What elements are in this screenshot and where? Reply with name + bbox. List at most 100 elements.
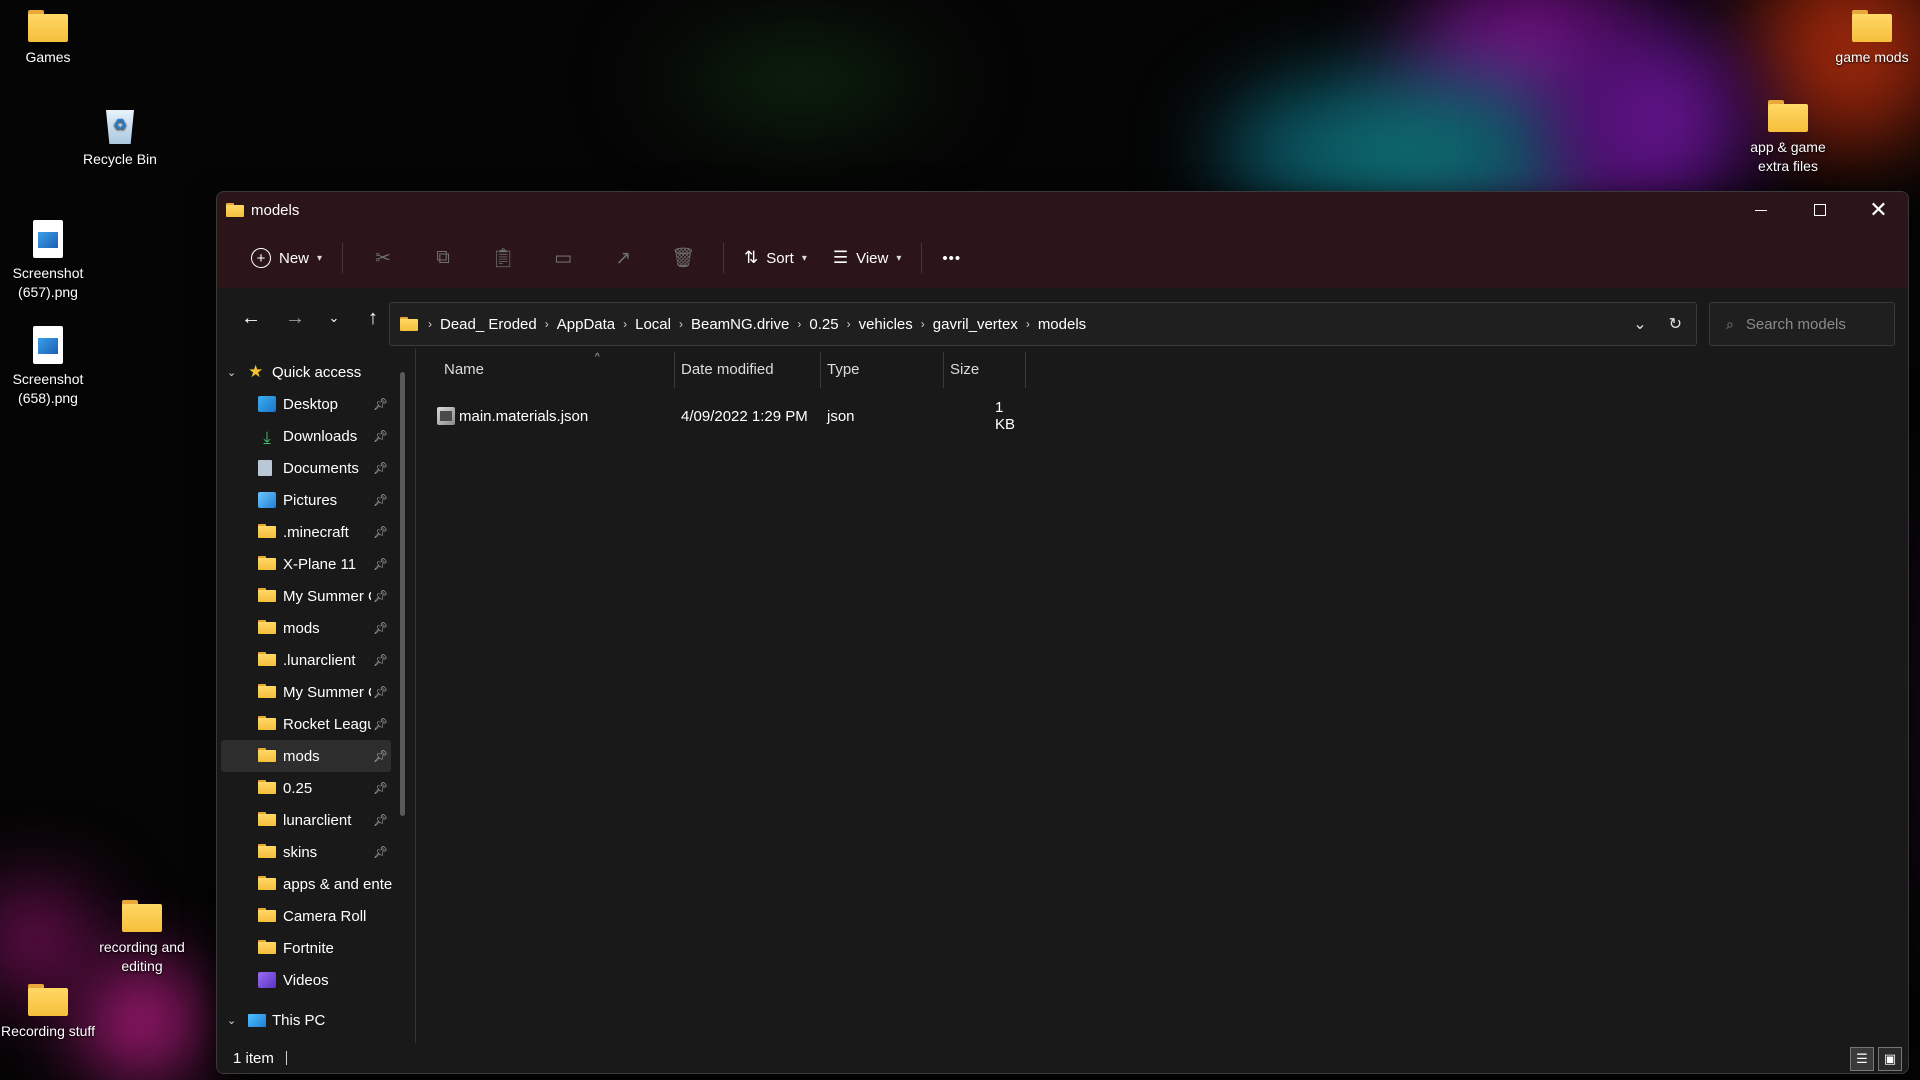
cut-button[interactable]: ✂: [353, 238, 413, 278]
address-history-button[interactable]: ⌄: [1633, 314, 1646, 334]
rename-icon: ▭: [554, 247, 573, 269]
file-size: 1 KB: [995, 399, 1016, 433]
status-divider: [285, 1051, 287, 1065]
search-input[interactable]: ⌕ Search models: [1709, 302, 1895, 346]
pin-icon: 📌︎: [373, 749, 389, 763]
breadcrumb-separator: ›: [920, 317, 925, 331]
delete-button[interactable]: 🗑︎: [653, 238, 713, 278]
desktop-icon-screenshot-657[interactable]: Screenshot (657).png: [0, 220, 96, 302]
nav-item-rocket-league[interactable]: Rocket Leagu 📌︎: [217, 708, 391, 740]
back-button[interactable]: ←: [229, 298, 273, 338]
view-button[interactable]: ☰ View ▾: [823, 238, 912, 278]
pane-divider[interactable]: [415, 348, 416, 1043]
nav-item-desktop[interactable]: Desktop 📌︎: [217, 388, 391, 420]
pin-icon: 📌︎: [373, 845, 389, 859]
chevron-down-icon: ⌄: [1633, 316, 1647, 333]
title-bar[interactable]: models ✕: [217, 192, 1908, 228]
column-header-date[interactable]: Date modified: [674, 348, 820, 390]
desktop-icon-screenshot-658[interactable]: Screenshot (658).png: [0, 326, 96, 408]
desktop-icon-games[interactable]: Games: [0, 10, 96, 67]
command-bar: + New ▾ ✂ ⧉ 📋︎ ▭ ↗ 🗑︎ ⇅ Sort ▾ ☰ View ▾ …: [217, 228, 1908, 288]
column-header-size[interactable]: Size: [943, 348, 1025, 390]
nav-item-my-summer-car[interactable]: My Summer C 📌︎: [217, 580, 391, 612]
folder-icon: [1768, 100, 1808, 132]
column-header-type[interactable]: Type: [820, 348, 943, 390]
nav-item-downloads[interactable]: ⤓ Downloads 📌︎: [217, 420, 391, 452]
nav-item-xplane[interactable]: X-Plane 11 📌︎: [217, 548, 391, 580]
address-bar[interactable]: › Dead_ Eroded › AppData › Local › BeamN…: [389, 302, 1697, 346]
column-divider[interactable]: [1025, 352, 1026, 388]
trash-icon: 🗑︎: [670, 248, 696, 269]
tiles-view-button[interactable]: ▣: [1878, 1047, 1902, 1071]
nav-item-videos[interactable]: Videos: [217, 964, 391, 996]
column-header-label: Date modified: [681, 360, 774, 378]
file-name: main.materials.json: [459, 407, 589, 425]
desktop-icon-recording-and-editing[interactable]: recording and editing: [94, 900, 190, 976]
nav-item-apps-and-entertainment[interactable]: apps & and ente: [217, 868, 393, 900]
nav-item-skins[interactable]: skins 📌︎: [217, 836, 391, 868]
nav-item-mods[interactable]: mods 📌︎: [217, 612, 391, 644]
column-header-name[interactable]: Name: [437, 348, 674, 390]
copy-button[interactable]: ⧉: [413, 238, 473, 278]
paste-button[interactable]: 📋︎: [473, 238, 533, 278]
nav-item-fortnite[interactable]: Fortnite: [217, 932, 391, 964]
breadcrumb-item[interactable]: AppData: [557, 316, 615, 333]
download-icon: ⤓: [263, 428, 271, 447]
refresh-button[interactable]: ↻: [1669, 314, 1682, 334]
recent-locations-button[interactable]: ⌄: [317, 298, 351, 338]
desktop-icon-app-game-extra-files[interactable]: app & game extra files: [1740, 100, 1836, 176]
more-options-button[interactable]: •••: [932, 238, 971, 278]
view-list-icon: ☰: [832, 248, 849, 267]
sort-button[interactable]: ⇅ Sort ▾: [734, 238, 817, 278]
new-button[interactable]: + New ▾: [241, 238, 332, 278]
folder-icon: [1852, 10, 1892, 42]
file-row[interactable]: main.materials.json 4/09/2022 1:29 PM js…: [437, 399, 1197, 433]
share-button[interactable]: ↗: [593, 238, 653, 278]
breadcrumb-item[interactable]: models: [1038, 316, 1086, 333]
nav-item-camera-roll[interactable]: Camera Roll: [217, 900, 391, 932]
breadcrumb-separator: ›: [1025, 317, 1030, 331]
maximize-button[interactable]: [1790, 192, 1849, 228]
folder-icon: [400, 317, 418, 331]
file-explorer-window: models ✕ + New ▾ ✂ ⧉ 📋︎ ▭ ↗ 🗑︎ ⇅ Sort ▾ …: [216, 191, 1909, 1074]
breadcrumb-item[interactable]: vehicles: [859, 316, 913, 333]
details-view-button[interactable]: ☰: [1850, 1047, 1874, 1071]
desktop-icon-recording-stuff[interactable]: Recording stuff: [0, 984, 96, 1041]
minimize-button[interactable]: [1731, 192, 1790, 228]
nav-item-my-summer-car-2[interactable]: My Summer C 📌︎: [217, 676, 391, 708]
breadcrumb-item[interactable]: Dead_ Eroded: [440, 316, 537, 333]
pin-icon: 📌︎: [373, 525, 389, 539]
breadcrumb-item[interactable]: Local: [635, 316, 671, 333]
rename-button[interactable]: ▭: [533, 238, 593, 278]
view-button-label: View: [856, 249, 889, 267]
recycle-bin-icon: [104, 104, 136, 144]
close-button[interactable]: ✕: [1849, 192, 1908, 228]
nav-item-lunarclient[interactable]: lunarclient 📌︎: [217, 804, 391, 836]
nav-item-mods-2[interactable]: mods 📌︎: [221, 740, 391, 772]
clipboard-icon: 📋︎: [490, 248, 516, 269]
tiles-view-icon: ▣: [1883, 1051, 1897, 1066]
nav-item-documents[interactable]: Documents 📌︎: [217, 452, 391, 484]
nav-item-lunarclient-hidden[interactable]: .lunarclient 📌︎: [217, 644, 391, 676]
file-type-cell: [437, 400, 455, 432]
nav-item-label: Pictures: [283, 491, 338, 509]
arrow-left-icon: ←: [241, 306, 261, 329]
nav-this-pc[interactable]: ⌄ This PC: [217, 1004, 407, 1036]
nav-item-minecraft[interactable]: .minecraft 📌︎: [217, 516, 391, 548]
breadcrumb-item[interactable]: gavril_vertex: [933, 316, 1018, 333]
forward-button[interactable]: →: [273, 298, 317, 338]
breadcrumb-item[interactable]: BeamNG.drive: [691, 316, 789, 333]
folder-icon: [258, 556, 276, 572]
file-type: json: [827, 407, 855, 425]
breadcrumb-item[interactable]: 0.25: [809, 316, 838, 333]
desktop-icon-recycle-bin[interactable]: Recycle Bin: [72, 104, 168, 169]
desktop-icon-game-mods[interactable]: game mods: [1824, 10, 1920, 67]
chevron-down-icon: ⌄: [227, 366, 237, 379]
nav-item-0-25[interactable]: 0.25 📌︎: [217, 772, 391, 804]
nav-item-label: apps & and ente: [283, 875, 393, 893]
nav-item-label: Camera Roll: [283, 907, 367, 925]
nav-quick-access[interactable]: ⌄ ★ Quick access: [217, 356, 407, 388]
navpane-scrollbar[interactable]: [400, 372, 405, 816]
nav-item-pictures[interactable]: Pictures 📌︎: [217, 484, 391, 516]
folder-icon: [258, 716, 276, 732]
